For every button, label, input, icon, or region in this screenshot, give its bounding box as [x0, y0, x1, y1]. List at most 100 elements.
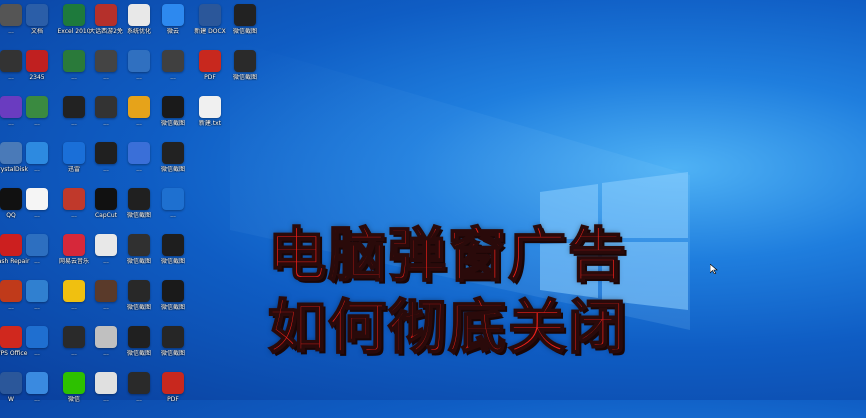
desktop-icon[interactable]: Excel 2010	[57, 2, 91, 50]
desktop-icon-label: 新建 DOCX	[194, 28, 226, 35]
desktop-icon-label: 2345	[29, 74, 45, 81]
desktop-icon-label: ...	[170, 212, 176, 219]
desktop-icon-label: 微信截图	[160, 120, 185, 127]
desktop-icon[interactable]: 迅雷	[57, 140, 91, 188]
desktop-icon[interactable]: 微信截图	[156, 94, 190, 142]
app-icon	[63, 280, 85, 302]
wps-icon	[0, 326, 22, 348]
desktop-icon[interactable]: 微信截图	[156, 140, 190, 188]
desktop-icon[interactable]: ...	[57, 278, 91, 326]
desktop-icon-label: 微信截图	[160, 350, 185, 357]
desktop-icon-label: 微云	[166, 28, 179, 35]
excel-icon	[63, 4, 85, 26]
headline-overlay: 电脑弹窗广告 如何彻底关闭	[267, 221, 658, 361]
app-icon	[26, 234, 48, 256]
desktop-icon[interactable]: 微信截图	[228, 2, 262, 50]
desktop-icon-label: 微信截图	[232, 74, 257, 81]
desktop-icon[interactable]: 微信	[57, 370, 91, 418]
desktop-icon[interactable]: 微信截图	[122, 278, 156, 326]
desktop-icon-label: ...	[34, 212, 40, 219]
desktop-icon[interactable]: ...	[20, 370, 54, 418]
headline-line-1: 电脑弹窗广告	[267, 221, 629, 289]
desktop-icon-label: 微信截图	[160, 166, 185, 173]
app-icon	[63, 326, 85, 348]
desktop-icon[interactable]: 微信截图	[122, 324, 156, 372]
desktop-icon[interactable]: ...	[89, 278, 123, 326]
desktop-icon[interactable]: ...	[20, 324, 54, 372]
desktop-icon[interactable]: ...	[156, 48, 190, 96]
desktop-icon[interactable]: 新建.txt	[193, 94, 227, 142]
app-icon	[63, 188, 85, 210]
desktop-icon[interactable]: ...	[122, 370, 156, 418]
eye-icon	[95, 96, 117, 118]
headline-line-2: 如何彻底关闭	[267, 293, 629, 361]
desktop-icon[interactable]: 微信截图	[122, 232, 156, 280]
word-icon	[0, 372, 22, 394]
desktop-icon[interactable]: 微信截图	[122, 186, 156, 234]
screenshot-icon	[128, 188, 150, 210]
desktop-icon[interactable]: 微信截图	[156, 324, 190, 372]
desktop-icon[interactable]: ...	[122, 140, 156, 188]
app-icon	[95, 326, 117, 348]
desktop-icon[interactable]: ...	[57, 186, 91, 234]
word-icon	[199, 4, 221, 26]
disk-icon	[0, 142, 22, 164]
desktop-icon[interactable]: 微云	[156, 2, 190, 50]
desktop-icon[interactable]: 2345	[20, 48, 54, 96]
desktop-icon[interactable]: ...	[89, 324, 123, 372]
desktop-icon[interactable]: 微信截图	[228, 48, 262, 96]
desktop-icon[interactable]: 文档	[20, 2, 54, 50]
desktop-icon[interactable]: ...	[89, 48, 123, 96]
desktop-icon-label: ...	[34, 258, 40, 265]
desktop-icon[interactable]: ...	[20, 278, 54, 326]
desktop-icon[interactable]: ...	[122, 94, 156, 142]
desktop-icon[interactable]: ...	[89, 232, 123, 280]
capcut-icon	[95, 188, 117, 210]
app-icon	[63, 50, 85, 72]
screenshot-icon	[162, 326, 184, 348]
desktop-icon[interactable]: PDF	[193, 48, 227, 96]
mouse-cursor-icon	[710, 264, 718, 274]
desktop-icon-label: ...	[34, 304, 40, 311]
app-icon	[0, 4, 22, 26]
window-icon	[128, 4, 150, 26]
desktop-icon[interactable]: ...	[57, 48, 91, 96]
screenshot-icon	[234, 4, 256, 26]
desktop-icon-label: ...	[170, 74, 176, 81]
desktop-icon-grid: ... 文档 Excel 2010 大话西游2免 系统优化 微云 新建 DOCX 微信截图..…	[0, 0, 262, 403]
desktop-icon[interactable]: 微信截图	[156, 278, 190, 326]
screenshot-icon	[128, 326, 150, 348]
desktop-icon[interactable]: 微信截图	[156, 232, 190, 280]
desktop-icon[interactable]: ...	[57, 324, 91, 372]
wechat-icon	[63, 372, 85, 394]
app-icon	[26, 96, 48, 118]
desktop-icon[interactable]: ...	[20, 186, 54, 234]
desktop-icon[interactable]: 系统优化	[122, 2, 156, 50]
desktop-icon[interactable]: ...	[89, 140, 123, 188]
thunder-icon	[63, 142, 85, 164]
desktop-icon[interactable]: ...	[20, 232, 54, 280]
desktop-icon[interactable]: ...	[89, 94, 123, 142]
desktop-icon[interactable]: ...	[20, 140, 54, 188]
flash-icon	[0, 234, 22, 256]
app-icon	[162, 50, 184, 72]
desktop-icon[interactable]: PDF	[156, 370, 190, 418]
screenshot-icon	[128, 280, 150, 302]
desktop-icon[interactable]: CapCut	[89, 186, 123, 234]
desktop-icon[interactable]: 大话西游2免	[89, 2, 123, 50]
desktop-icon[interactable]: ...	[156, 186, 190, 234]
desktop-icon[interactable]: ...	[122, 48, 156, 96]
app-icon	[128, 50, 150, 72]
app-icon	[26, 188, 48, 210]
desktop-icon[interactable]: 网易云音乐	[57, 232, 91, 280]
screenshot-icon	[128, 234, 150, 256]
app-icon	[162, 188, 184, 210]
desktop-icon[interactable]: ...	[20, 94, 54, 142]
app-icon	[128, 142, 150, 164]
pdf-icon	[199, 50, 221, 72]
app-icon	[26, 372, 48, 394]
desktop-icon-label: 微信截图	[160, 304, 185, 311]
desktop-icon[interactable]: ...	[89, 370, 123, 418]
desktop-icon[interactable]: ...	[57, 94, 91, 142]
desktop-icon[interactable]: 新建 DOCX	[193, 2, 227, 50]
